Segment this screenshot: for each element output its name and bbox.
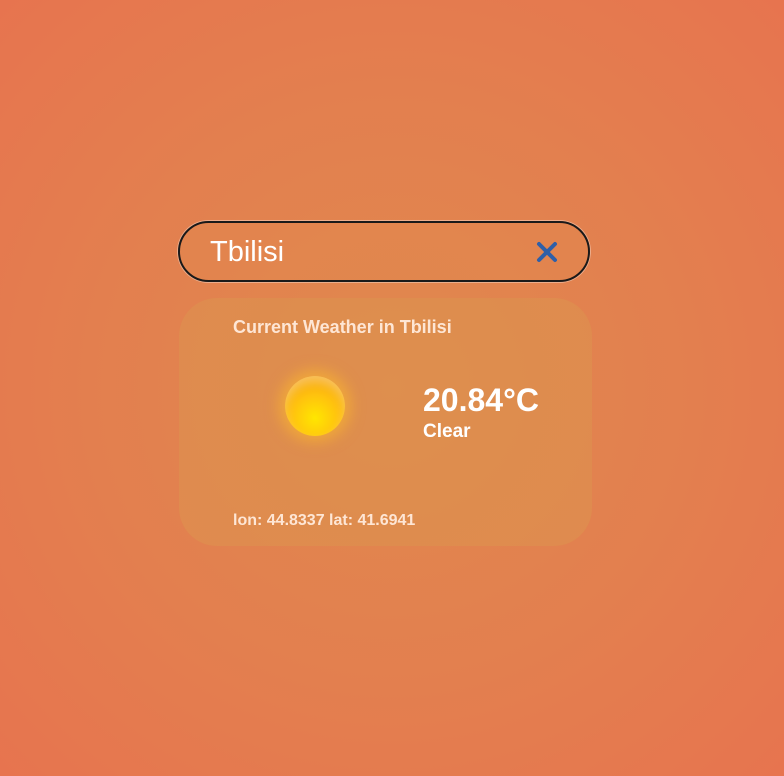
close-icon — [537, 242, 557, 262]
weather-condition: Clear — [423, 421, 471, 442]
clear-button[interactable] — [535, 240, 559, 264]
sun-icon — [285, 376, 345, 436]
coordinates: lon: 44.8337 lat: 41.6941 — [233, 512, 416, 529]
search-bar — [178, 221, 590, 282]
weather-card: Current Weather in Tbilisi 20.84°C Clear… — [179, 298, 592, 546]
temperature: 20.84°C — [423, 382, 539, 418]
weather-title: Current Weather in Tbilisi — [233, 317, 452, 337]
search-input[interactable] — [210, 233, 510, 271]
